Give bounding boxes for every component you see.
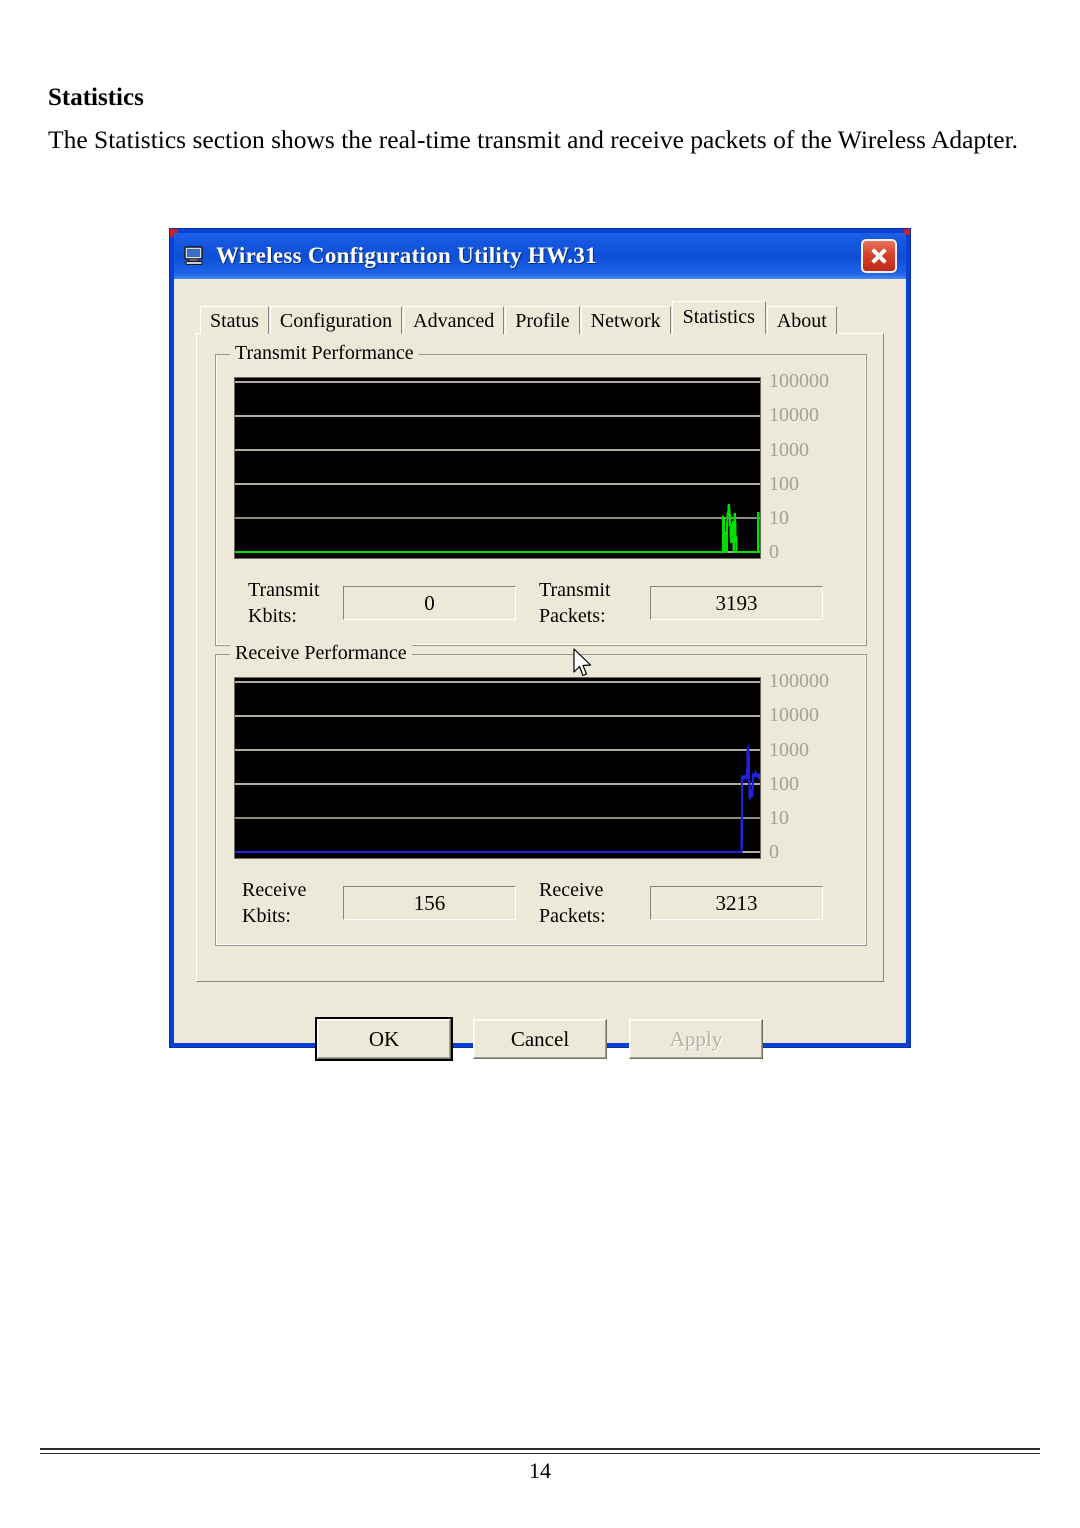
tab-about[interactable]: About <box>766 306 837 334</box>
tab-status[interactable]: Status <box>200 306 269 334</box>
window-title: Wireless Configuration Utility HW.31 <box>216 243 597 268</box>
tab-statistics[interactable]: Statistics <box>671 301 766 334</box>
transmit-performance-group: Transmit Performance 100000 10000 1000 1… <box>215 342 867 646</box>
transmit-performance-title: Transmit Performance <box>230 342 419 365</box>
transmit-kbits-label-line1: Transmit <box>248 579 320 601</box>
ytick-label: 1000 <box>769 439 809 461</box>
receive-packets-label-line2: Packets: <box>539 905 606 927</box>
cancel-button[interactable]: Cancel <box>473 1019 607 1059</box>
receive-kbits-label-line1: Receive <box>242 879 307 901</box>
wireless-configuration-utility-window: Wireless Configuration Utility HW.31 Sta… <box>170 229 910 1061</box>
tab-advanced[interactable]: Advanced <box>403 306 505 334</box>
page-number: 14 <box>529 1458 551 1483</box>
receive-performance-group: Receive Performance 100000 10000 1000 10… <box>215 642 867 946</box>
ytick-label: 100 <box>769 773 799 795</box>
ytick-label: 10 <box>769 807 789 829</box>
tab-label: Statistics <box>682 306 755 328</box>
footer-rule-bottom <box>40 1453 1040 1454</box>
transmit-kbits-label-line2: Kbits: <box>248 605 297 627</box>
receive-packets-label: Receive Packets: <box>539 877 659 929</box>
ytick-label: 10000 <box>769 704 819 726</box>
transmit-kbits-label: Transmit Kbits: <box>248 577 358 629</box>
tab-label: Status <box>210 310 259 332</box>
ytick-label: 100000 <box>769 370 829 392</box>
receive-packets-label-line1: Receive <box>539 879 604 901</box>
ytick-label: 10000 <box>769 404 819 426</box>
ytick-label: 100 <box>769 473 799 495</box>
transmit-packets-label-line1: Transmit <box>539 579 611 601</box>
receive-performance-graph <box>234 677 761 859</box>
transmit-packets-value: 3193 <box>650 586 823 620</box>
dialog-button-row: OK Cancel Apply <box>174 1017 906 1061</box>
title-bar[interactable]: Wireless Configuration Utility HW.31 <box>174 233 906 279</box>
ytick-label: 100000 <box>769 670 829 692</box>
ytick-label: 0 <box>769 541 779 563</box>
page-title: Statistics <box>48 84 144 111</box>
ytick-label: 10 <box>769 507 789 529</box>
footer-rule-top <box>40 1448 1040 1450</box>
tab-label: Configuration <box>279 310 393 332</box>
transmit-kbits-value: 0 <box>343 586 516 620</box>
tab-label: Network <box>590 310 661 332</box>
transmit-performance-graph <box>234 377 761 559</box>
tab-label: About <box>776 310 827 332</box>
ytick-label: 0 <box>769 841 779 863</box>
transmit-packets-label-line2: Packets: <box>539 605 606 627</box>
ok-button[interactable]: OK <box>315 1017 453 1061</box>
tab-control: Status Configuration Advanced Profile Ne… <box>196 301 884 982</box>
tab-strip: Status Configuration Advanced Profile Ne… <box>196 301 884 334</box>
receive-packets-value: 3213 <box>650 886 823 920</box>
intro-paragraph: The Statistics section shows the real-ti… <box>48 125 1019 154</box>
tab-configuration[interactable]: Configuration <box>269 306 403 334</box>
tab-label: Profile <box>515 310 570 332</box>
close-icon[interactable] <box>861 239 897 273</box>
receive-kbits-label: Receive Kbits: <box>242 877 352 929</box>
ytick-label: 1000 <box>769 739 809 761</box>
apply-button: Apply <box>629 1019 763 1059</box>
tab-page-statistics: Transmit Performance 100000 10000 1000 1… <box>196 333 884 982</box>
tab-network[interactable]: Network <box>580 306 671 334</box>
tab-profile[interactable]: Profile <box>505 306 580 334</box>
transmit-packets-label: Transmit Packets: <box>539 577 659 629</box>
computer-icon <box>184 246 206 266</box>
receive-performance-title: Receive Performance <box>230 642 412 665</box>
dialog-client-area: Status Configuration Advanced Profile Ne… <box>174 279 906 1061</box>
receive-kbits-value: 156 <box>343 886 516 920</box>
tab-label: Advanced <box>413 310 495 332</box>
receive-kbits-label-line2: Kbits: <box>242 905 291 927</box>
